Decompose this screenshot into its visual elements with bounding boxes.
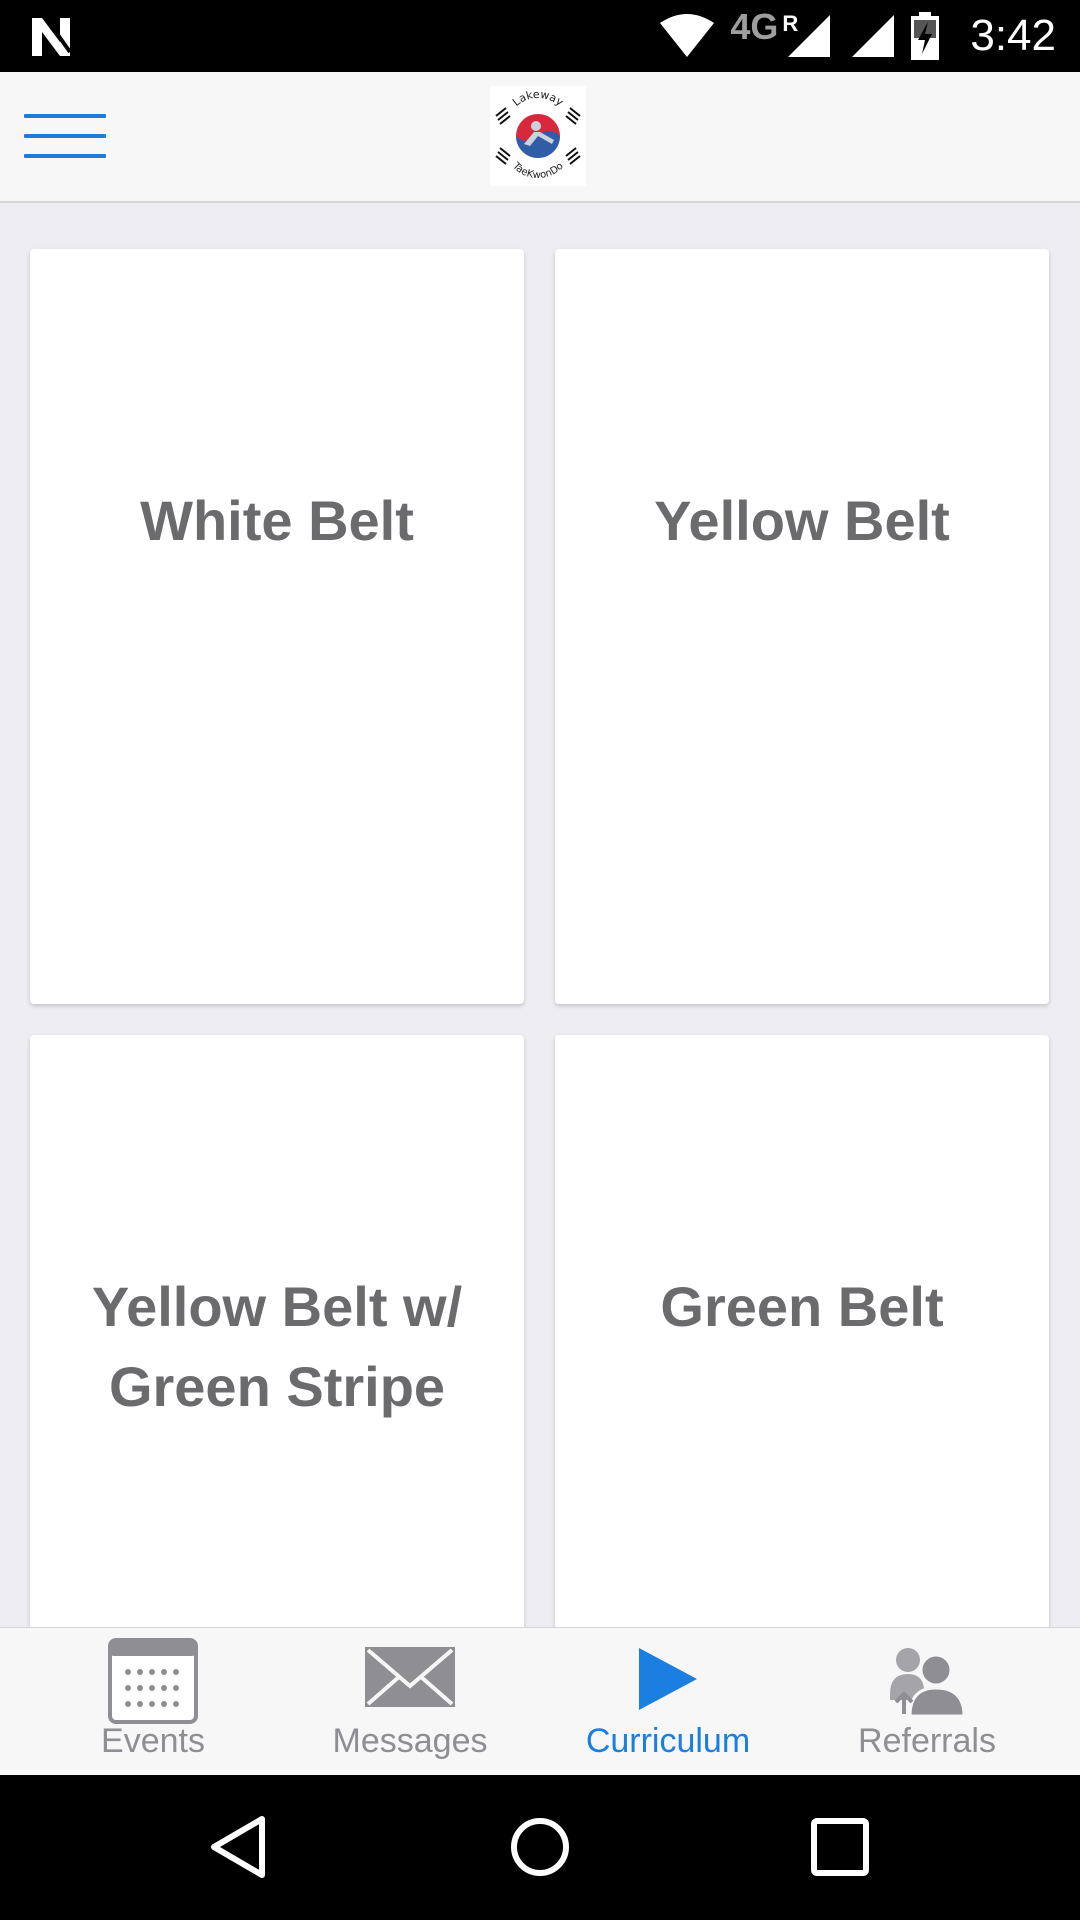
tab-messages[interactable]: Messages [275,1628,545,1776]
bottom-tab-bar: Events Messages Curriculum Referrals [0,1627,1080,1775]
belt-card-white[interactable]: White Belt [30,249,524,1004]
referrals-people-icon [890,1648,966,1716]
app-header: Lakeway TaeKwonDo [0,72,1080,203]
battery-charging-icon [911,12,940,60]
tab-label: Events [101,1722,205,1760]
home-icon[interactable] [500,1807,580,1887]
curriculum-grid: White Belt Yellow Belt Yellow Belt w/ Gr… [0,203,1080,1627]
signal-roaming-icon: R [782,11,832,59]
clock: 3:42 [970,11,1056,60]
signal-icon [852,15,895,57]
belt-card-title: Yellow Belt w/ Green Stripe [91,1275,463,1418]
network-type-label: 4G [730,6,779,47]
envelope-icon [365,1647,455,1707]
lakeway-taekwondo-logo: Lakeway TaeKwonDo [490,86,586,186]
status-bar: 4G R 3:42 [0,0,1080,72]
belt-card-title: Green Belt [660,1275,944,1338]
belt-card-title: Yellow Belt [654,489,950,552]
tab-referrals[interactable]: Referrals [792,1628,1062,1776]
tab-curriculum[interactable]: Curriculum [533,1628,803,1776]
calendar-icon [108,1638,198,1724]
svg-text:Lakeway: Lakeway [510,88,566,109]
tab-label: Curriculum [585,1722,751,1760]
wifi-icon [660,14,715,57]
logo-top-text: Lakeway [510,88,566,109]
tab-label: Referrals [858,1722,996,1760]
belt-card-yellow-green-stripe[interactable]: Yellow Belt w/ Green Stripe [30,1035,524,1627]
notification-n-icon [32,16,72,56]
system-nav-bar [0,1775,1080,1920]
recents-icon[interactable] [800,1807,880,1887]
belt-card-title: White Belt [140,489,414,552]
back-icon[interactable] [200,1807,280,1887]
play-icon [639,1648,697,1710]
belt-card-yellow[interactable]: Yellow Belt [555,249,1049,1004]
hamburger-menu-icon[interactable] [24,112,106,162]
tab-events[interactable]: Events [18,1628,288,1776]
svg-text:TaeKwonDo: TaeKwonDo [510,160,566,181]
belt-card-green[interactable]: Green Belt [555,1035,1049,1627]
logo-bottom-text: TaeKwonDo [510,160,566,181]
tab-label: Messages [332,1722,488,1760]
